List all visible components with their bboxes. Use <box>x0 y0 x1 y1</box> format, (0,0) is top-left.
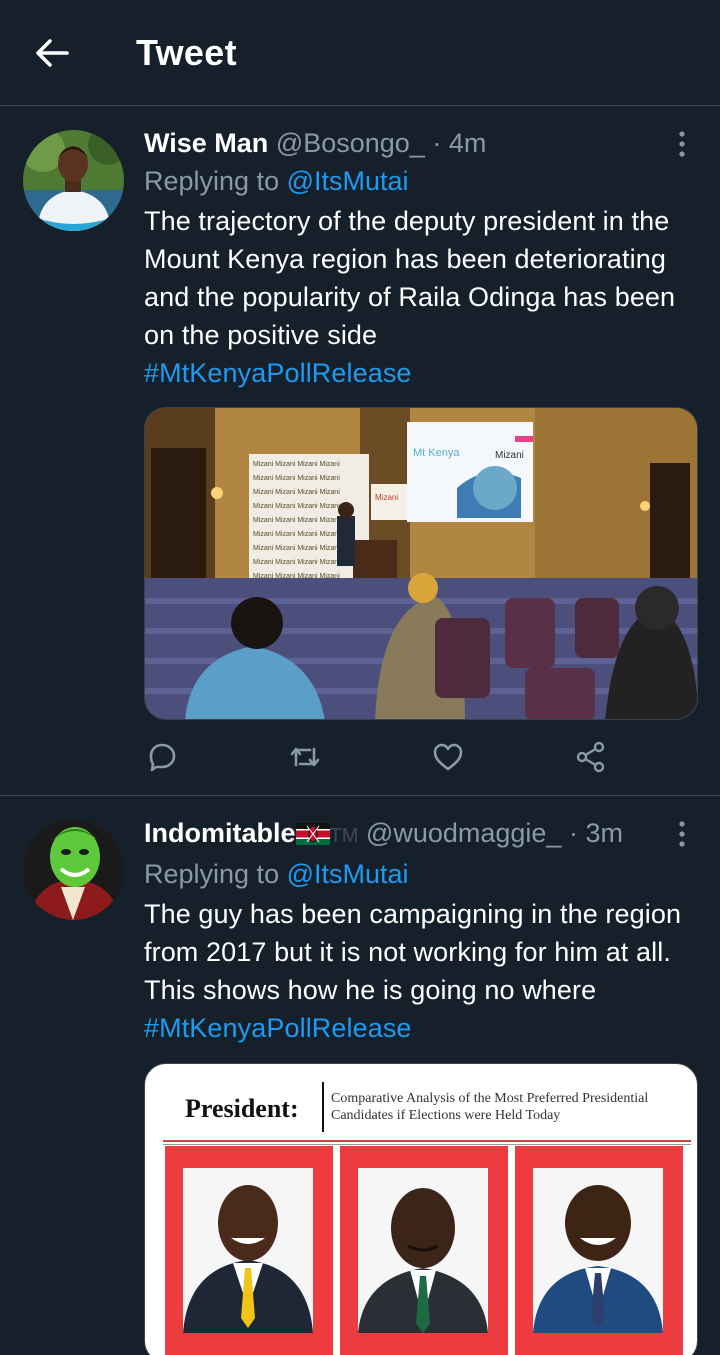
display-name[interactable]: Indomitable <box>144 818 296 848</box>
back-button[interactable] <box>26 30 78 76</box>
share-button[interactable] <box>573 739 609 775</box>
timestamp[interactable]: 3m <box>585 818 623 848</box>
svg-text:Mizani Mizani Mizani Mizani: Mizani Mizani Mizani Mizani <box>253 503 340 510</box>
poll-rule-thin <box>163 1144 691 1145</box>
more-vertical-icon <box>679 131 685 157</box>
tweet-text-body: The guy has been campaigning in the regi… <box>144 899 682 1005</box>
avatar-image <box>23 130 124 231</box>
replying-to: Replying to @ItsMutai <box>144 857 696 891</box>
timestamp[interactable]: 4m <box>449 128 487 158</box>
replying-label: Replying to <box>144 859 280 889</box>
avatar[interactable] <box>23 819 124 920</box>
retweet-button[interactable] <box>287 739 323 775</box>
tweet-media-poll-graphic[interactable]: President: Comparative Analysis of the M… <box>144 1063 698 1355</box>
separator-dot: · <box>568 818 578 848</box>
tweet-actions <box>144 739 624 779</box>
slide-text: Mt Kenya <box>413 447 460 459</box>
candidate-photo <box>183 1168 313 1333</box>
top-app-bar: Tweet <box>0 0 720 106</box>
candidate-card <box>340 1146 508 1355</box>
slide-logo-text: Mizani <box>495 450 524 461</box>
like-icon <box>433 743 463 771</box>
tweet-media-photo[interactable]: Mt Kenya Mizani Mizani Mizani Mizani Miz… <box>144 407 698 720</box>
display-name[interactable]: Wise Man <box>144 128 268 158</box>
replying-to: Replying to @ItsMutai <box>144 164 696 198</box>
svg-text:Mizani Mizani Mizani Mizani: Mizani Mizani Mizani Mizani <box>253 489 340 496</box>
candidate-photo <box>358 1168 488 1333</box>
candidate-photo <box>533 1168 663 1333</box>
trademark-suffix: TM <box>329 825 359 847</box>
svg-text:Mizani Mizani Mizani Mizani: Mizani Mizani Mizani Mizani <box>253 475 340 482</box>
tweet-header: Indomitable TM @wuodmaggie_ · 3m <box>144 817 696 852</box>
reply-icon <box>149 743 176 772</box>
svg-text:Mizani Mizani Mizani Mizani: Mizani Mizani Mizani Mizani <box>253 545 340 552</box>
tweet-text: The guy has been campaigning in the regi… <box>144 895 696 1047</box>
tweet-card[interactable]: Wise Man @Bosongo_ · 4m Replying to @Its… <box>0 107 720 796</box>
svg-text:Mizani Mizani Mizani Mizani: Mizani Mizani Mizani Mizani <box>253 559 340 566</box>
arrow-left-icon <box>36 39 69 67</box>
candidate-card <box>165 1146 333 1355</box>
poll-graphic-header: President: Comparative Analysis of the M… <box>145 1064 697 1145</box>
page-title: Tweet <box>136 32 237 73</box>
press-conference-photo: Mt Kenya Mizani Mizani Mizani Mizani Miz… <box>145 408 697 719</box>
replying-label: Replying to <box>144 166 280 196</box>
mention-link[interactable]: @ItsMutai <box>287 859 409 889</box>
hashtag-link[interactable]: #MtKenyaPollRelease <box>144 1009 696 1047</box>
standee-logo: Mizani <box>375 493 398 502</box>
svg-text:Mizani Mizani Mizani Mizani: Mizani Mizani Mizani Mizani <box>253 531 340 538</box>
hashtag-link[interactable]: #MtKenyaPollRelease <box>144 354 696 392</box>
like-button[interactable] <box>430 739 466 775</box>
share-icon <box>576 741 605 773</box>
retweet-icon <box>290 747 320 767</box>
user-handle[interactable]: @Bosongo_ <box>276 128 425 158</box>
more-options-button[interactable] <box>672 129 692 159</box>
poll-rule <box>163 1140 691 1142</box>
reply-button[interactable] <box>144 739 180 775</box>
poll-divider <box>322 1082 324 1132</box>
tweet-text-body: The trajectory of the deputy president i… <box>144 206 676 350</box>
tweet-header: Wise Man @Bosongo_ · 4m <box>144 127 696 159</box>
svg-text:Mizani Mizani Mizani Mizani: Mizani Mizani Mizani Mizani <box>253 517 340 524</box>
avatar[interactable] <box>23 130 124 231</box>
more-vertical-icon <box>679 821 685 847</box>
separator-dot: · <box>432 128 442 158</box>
tweet-card[interactable]: Indomitable TM @wuodmaggie_ · 3m Replyin… <box>0 797 720 1355</box>
user-handle[interactable]: @wuodmaggie_ <box>366 818 562 848</box>
svg-text:Mizani Mizani Mizani Mizani: Mizani Mizani Mizani Mizani <box>253 461 340 468</box>
poll-subheading: Comparative Analysis of the Most Preferr… <box>331 1091 649 1123</box>
more-options-button[interactable] <box>672 819 692 849</box>
tweet-text: The trajectory of the deputy president i… <box>144 202 696 392</box>
mention-link[interactable]: @ItsMutai <box>287 166 409 196</box>
candidate-card <box>515 1146 683 1355</box>
kenya-flag-icon <box>295 820 330 852</box>
avatar-image <box>23 819 124 920</box>
poll-heading: President: <box>185 1094 299 1123</box>
